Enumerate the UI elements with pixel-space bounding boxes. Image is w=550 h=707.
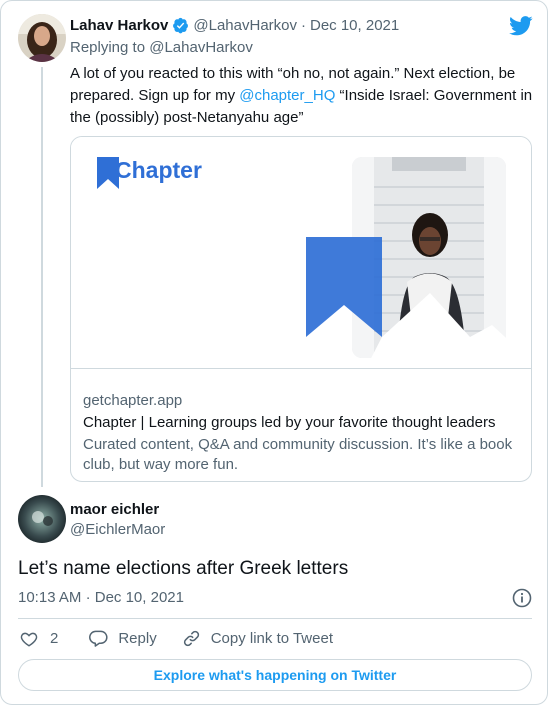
chapter-logo: Chapter [97,157,202,189]
tweet-text: Let’s name elections after Greek letters [18,558,349,579]
tweet-header: maor eichler @EichlerMaor [70,501,165,538]
avatar-maor-image [18,495,66,543]
avatar[interactable] [18,14,66,62]
copy-link-button[interactable]: Copy link to Tweet [182,629,333,648]
chapter-logo-text: Chapter [115,156,202,183]
like-count: 2 [50,630,59,647]
heart-icon [20,632,38,647]
link-preview-divider [71,368,531,369]
reply-label: Reply [118,630,157,647]
verified-badge-icon [172,17,189,34]
reply-button[interactable]: Reply [89,629,157,648]
link-domain: getchapter.app [83,392,183,409]
tweet-date: Dec 10, 2021 [94,589,184,606]
author-handle[interactable]: @EichlerMaor [70,521,165,538]
copy-link-label: Copy link to Tweet [210,630,333,647]
link-title: Chapter | Learning groups led by your fa… [83,414,496,431]
link-icon [183,630,199,647]
explore-twitter-button[interactable]: Explore what's happening on Twitter [18,659,532,691]
separator-dot: · [85,589,91,606]
tweet-time: 10:13 AM [18,589,82,606]
tweet-text: A lot of you reacted to this with “oh no… [70,63,535,129]
info-icon[interactable] [512,588,532,613]
mention-link[interactable]: @chapter_HQ [239,87,335,104]
reply-icon [89,630,108,647]
link-preview-meta: getchapter.app Chapter | Learning groups… [83,391,519,475]
like-button[interactable]: 2 [20,630,58,648]
tweet-embed-card: Lahav Harkov @LahavHarkov · Dec 10, 2021… [0,0,548,705]
link-preview-card[interactable]: Chapter getchapter.app Chapter | Learnin… [70,136,532,482]
actions-divider [18,618,532,619]
replying-to-label: Replying to [70,39,146,56]
author-name[interactable]: Lahav Harkov [70,17,168,34]
avatar-lahav-image [18,14,66,62]
link-description: Curated content, Q&A and community discu… [83,436,513,473]
twitter-bird-icon[interactable] [509,16,533,41]
separator-dot: · [301,17,306,34]
explore-label: Explore what's happening on Twitter [153,667,397,683]
link-preview-image: Chapter [71,137,531,368]
author-name[interactable]: maor eichler [70,501,165,518]
tweet-timestamp[interactable]: 10:13 AM · Dec 10, 2021 [18,589,184,606]
chapter-brand-shapes [306,237,516,368]
tweet-date[interactable]: Dec 10, 2021 [310,17,399,34]
author-handle[interactable]: @LahavHarkov [193,17,297,34]
tweet-header: Lahav Harkov @LahavHarkov · Dec 10, 2021 [70,17,399,34]
thread-connector-line [41,67,43,487]
replying-to-handle[interactable]: @LahavHarkov [149,39,253,56]
avatar[interactable] [18,495,66,543]
replying-to: Replying to @LahavHarkov [70,39,253,56]
tweet-actions: 2 Reply Copy link to Tweet [20,629,333,648]
